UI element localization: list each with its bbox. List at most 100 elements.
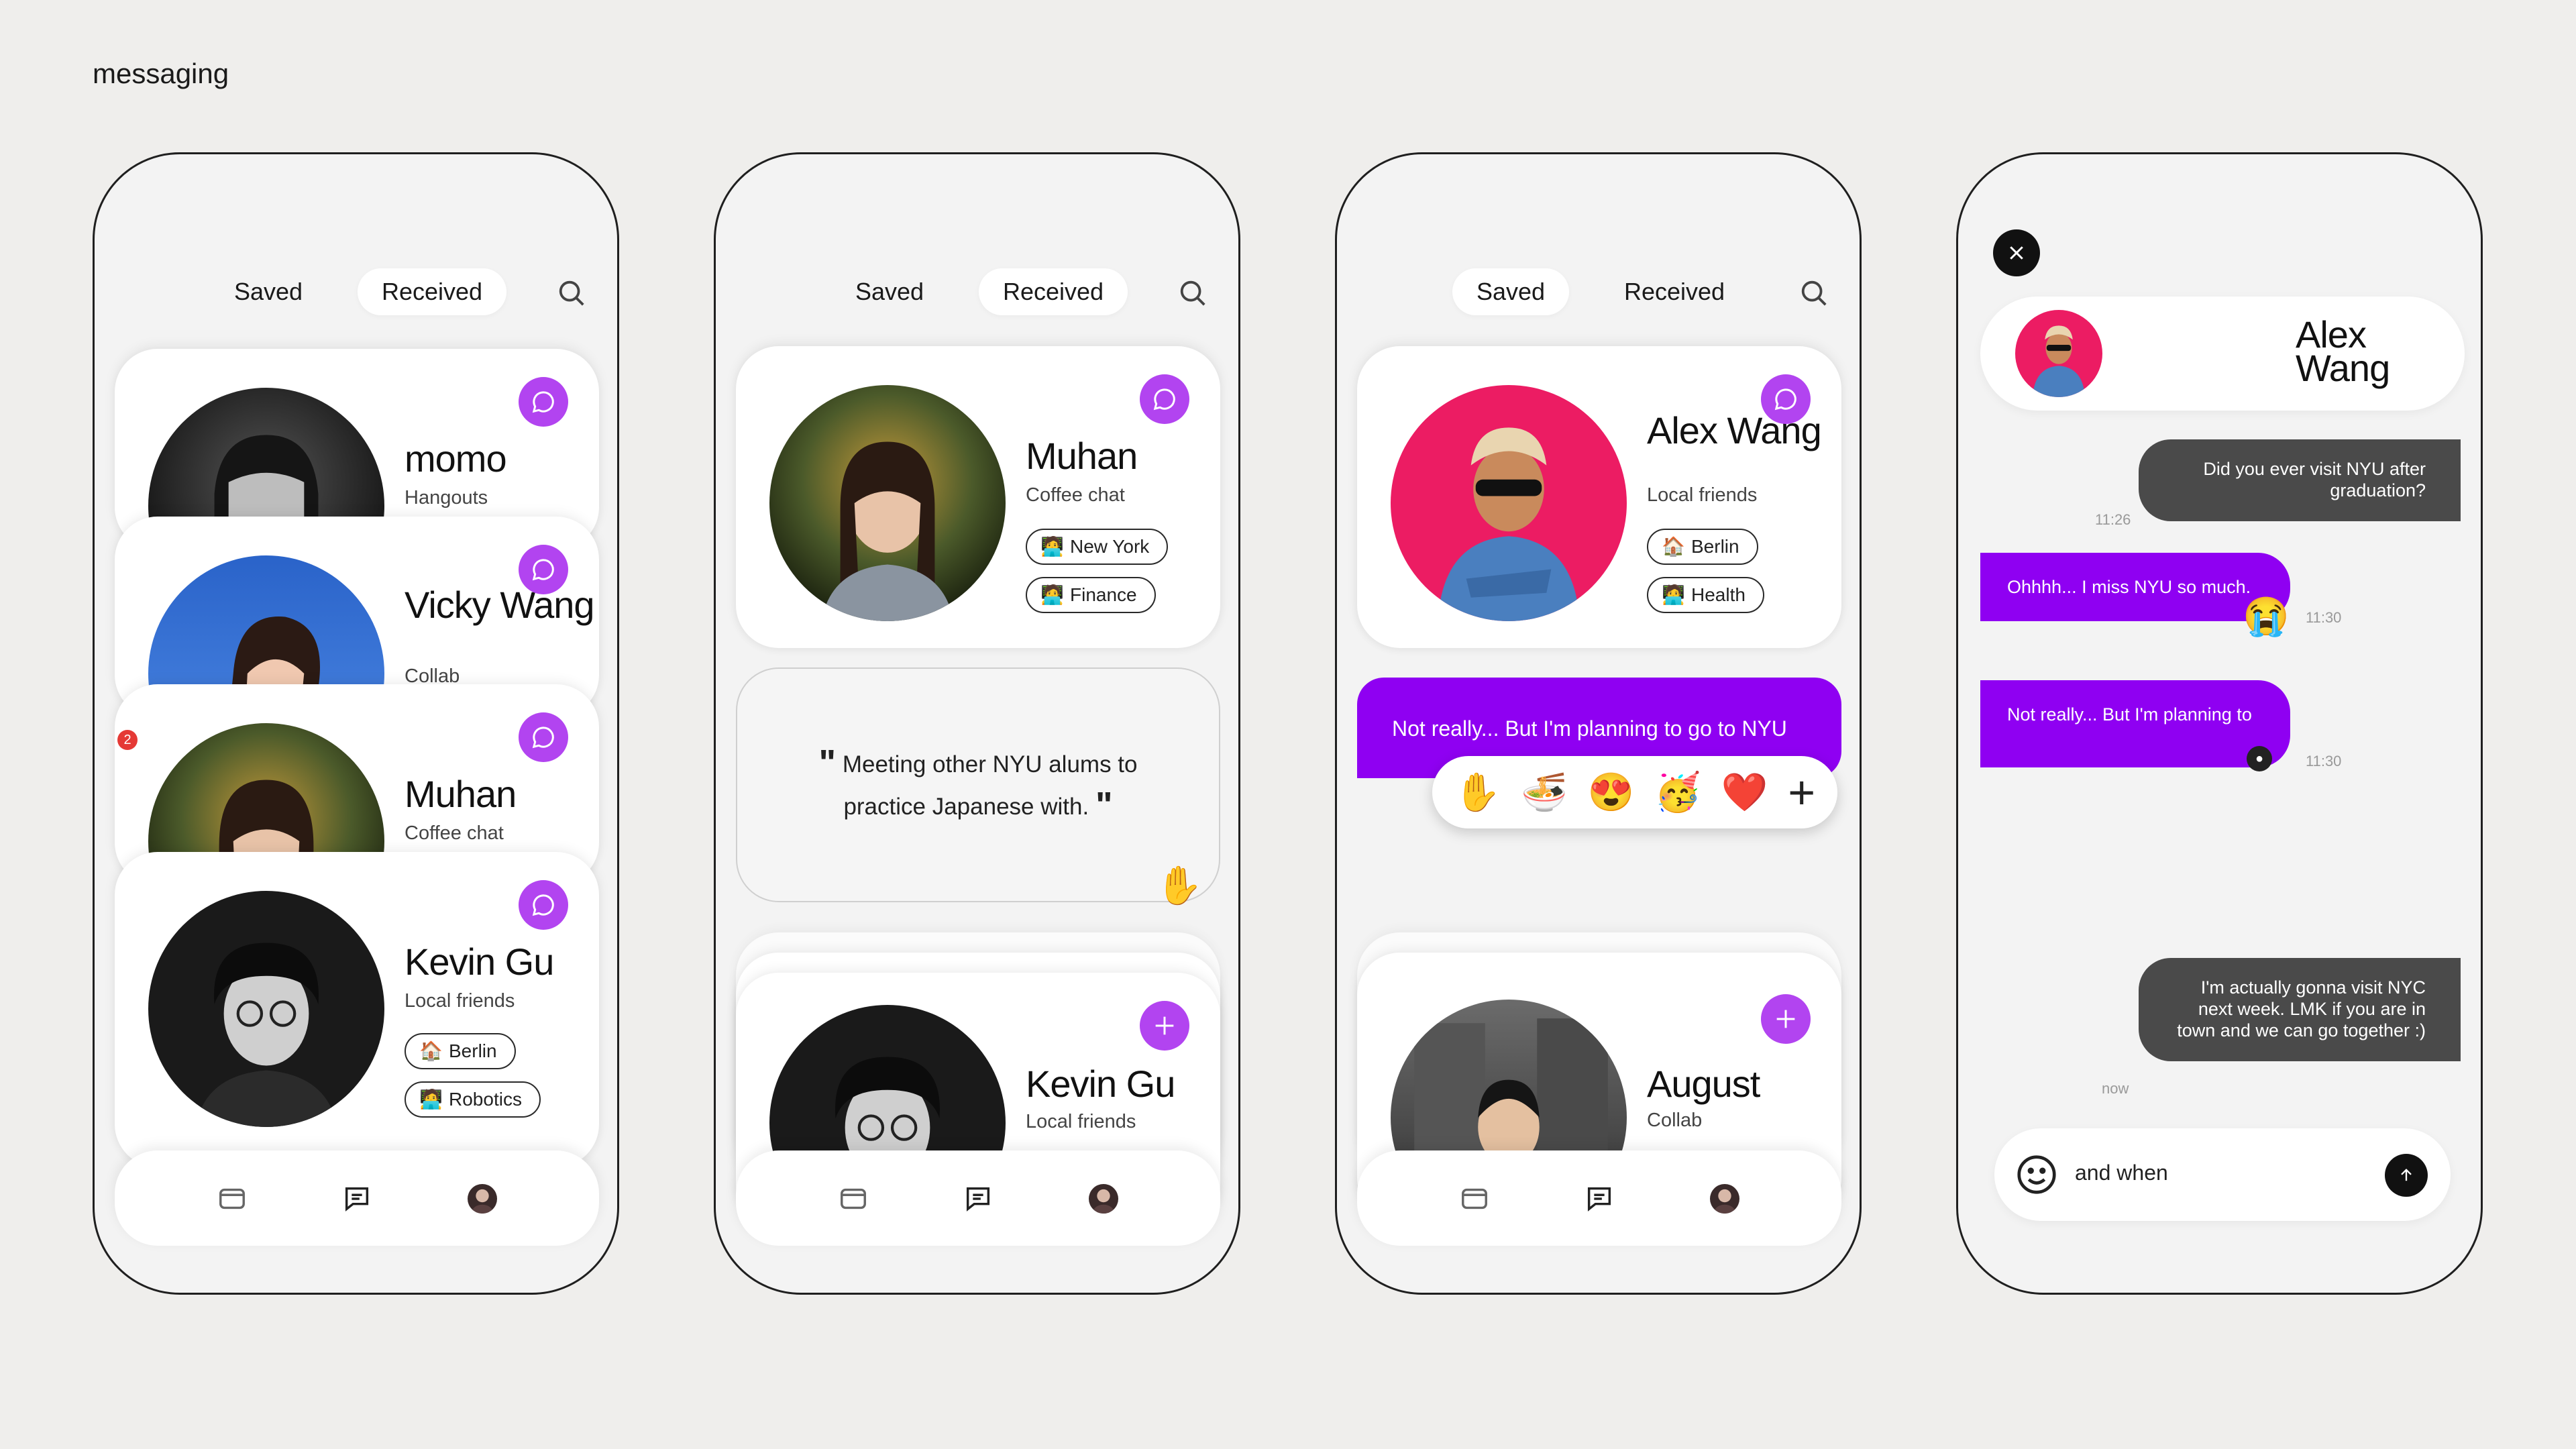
wave-reaction-icon[interactable]: ✋ [1156,863,1203,908]
close-icon [2010,246,2023,260]
message-input[interactable] [2075,1161,2357,1185]
tab-bar: Saved Received [716,268,1238,315]
chat-bubble-icon [532,894,554,916]
chat-bubble-icon [532,559,554,581]
tab-saved[interactable]: Saved [1452,268,1570,315]
tab-saved[interactable]: Saved [210,268,327,315]
profile-quote: " Meeting other NYU alums to practice Ja… [818,743,1138,825]
contact-name: Kevin Gu [1026,1063,1175,1105]
avatar [769,385,1006,621]
tab-received[interactable]: Received [1600,268,1749,315]
contact-card[interactable]: Kevin Gu Local friends 🏠 Berlin 🧑‍💻 Roboti… [115,852,599,1167]
contact-name: Kevin Gu [405,941,554,983]
messages-icon[interactable] [1584,1183,1615,1214]
emoji-icon[interactable] [2013,1151,2060,1198]
message-composer [1994,1128,2451,1221]
house-icon: 🏠 [1662,536,1685,557]
chat-bubble-icon [1774,388,1796,411]
reaction-icon[interactable]: ● [2247,746,2272,771]
message-button[interactable] [519,377,568,427]
phone-screen-profile-detail: Saved Received Muhan Coffee chat 🧑‍💻 New … [714,152,1240,1295]
wallet-icon[interactable] [217,1183,248,1214]
contact-name: Alex Wang [2296,313,2390,389]
wallet-icon[interactable] [838,1183,869,1214]
interest-tag[interactable]: 🧑‍💻 Health [1647,577,1764,613]
heart-eyes-emoji-icon[interactable]: 😍 [1588,773,1635,811]
house-icon: 🏠 [419,1040,443,1061]
contact-name: Muhan [1026,435,1138,477]
profile-avatar[interactable] [1089,1184,1118,1214]
party-emoji-icon[interactable]: 🥳 [1654,773,1701,811]
contact-subtitle: Collab [1647,1110,1703,1131]
interest-tag[interactable]: 🏠 Berlin [405,1033,516,1069]
message-timestamp: now [2102,1080,2129,1097]
message-bubble-outgoing[interactable]: I'm actually gonna visit NYC next week. … [2139,958,2461,1061]
heart-emoji-icon[interactable]: ❤️ [1721,773,1768,811]
message-button[interactable] [519,712,568,762]
message-button[interactable] [1140,374,1189,424]
send-button[interactable] [2385,1154,2428,1197]
contact-subtitle: Coffee chat [405,822,504,844]
arrow-up-icon [2401,1169,2412,1181]
message-bubble-outgoing[interactable]: Did you ever visit NYU after graduation? [2139,439,2461,521]
add-button[interactable] [1761,994,1811,1044]
phone-screen-saved-reaction: Saved Received Alex Wang Local friends 🏠… [1335,152,1862,1295]
reaction-picker: ✋ 🍜 😍 🥳 ❤️ + [1432,756,1837,828]
contact-subtitle: Local friends [405,990,515,1012]
profile-card[interactable]: Alex Wang Local friends 🏠 Berlin 🧑‍💻 Healt… [1357,346,1841,648]
tab-saved[interactable]: Saved [831,268,948,315]
interest-tag[interactable]: 🧑‍💻 Finance [1026,577,1156,613]
contact-subtitle: Local friends [1647,484,1758,506]
noodles-emoji-icon[interactable]: 🍜 [1521,773,1568,811]
message-timestamp: 11:30 [2306,753,2342,769]
contact-name: Muhan [405,773,517,815]
bottom-nav [736,1150,1220,1246]
technologist-icon: 🧑‍💻 [1662,584,1685,605]
contact-subtitle: Hangouts [405,487,488,508]
technologist-icon: 🧑‍💻 [419,1089,443,1110]
bottom-nav [1357,1150,1841,1246]
profile-avatar[interactable] [468,1184,497,1214]
search-icon[interactable] [1177,278,1208,309]
close-button[interactable] [1993,229,2040,276]
tab-received[interactable]: Received [979,268,1128,315]
message-bubble-incoming[interactable]: Not really... But I'm planning to [1980,680,2290,767]
quote-card: " Meeting other NYU alums to practice Ja… [736,667,1220,906]
add-button[interactable] [1140,1001,1189,1051]
interest-tag[interactable]: 🧑‍💻 New York [1026,529,1169,565]
tab-bar: Saved Received [95,268,617,315]
avatar[interactable] [2015,310,2102,397]
technologist-icon: 🧑‍💻 [1040,584,1064,605]
contact-name: August [1647,1063,1760,1105]
profile-card[interactable]: Muhan Coffee chat 🧑‍💻 New York 🧑‍💻 Finance [736,346,1220,648]
chat-bubble-icon [532,391,554,413]
messages-icon[interactable] [963,1183,994,1214]
plus-icon [1776,1010,1795,1028]
message-button[interactable] [519,545,568,594]
message-timestamp: 11:30 [2306,609,2342,626]
profile-avatar[interactable] [1710,1184,1739,1214]
messages-icon[interactable] [341,1183,372,1214]
plus-icon [1155,1016,1174,1035]
message-button[interactable] [1761,374,1811,424]
avatar [1391,385,1627,621]
chat-bubble-icon [532,727,554,749]
message-button[interactable] [519,880,568,930]
contact-name: Vicky Wang [405,584,595,626]
wallet-icon[interactable] [1459,1183,1490,1214]
tab-received[interactable]: Received [358,268,507,315]
crying-reaction-icon[interactable]: 😭 [2243,594,2290,639]
search-icon[interactable] [556,278,587,309]
search-icon[interactable] [1799,278,1829,309]
contact-name: momo [405,437,507,480]
interest-tag[interactable]: 🏠 Berlin [1647,529,1758,565]
avatar [148,891,384,1127]
add-reaction-icon[interactable]: + [1788,769,1815,816]
phone-screen-conversation: Alex Wang Did you ever visit NYU after g… [1956,152,2483,1295]
wave-emoji-icon[interactable]: ✋ [1454,773,1501,811]
technologist-icon: 🧑‍💻 [1040,536,1064,557]
phone-screen-received-list: Saved Received momo Hangouts Vicky Wang … [93,152,619,1295]
contact-subtitle: Local friends [1026,1111,1136,1132]
interest-tag[interactable]: 🧑‍💻 Robotics [405,1081,541,1118]
unread-badge: 2 [117,730,138,750]
